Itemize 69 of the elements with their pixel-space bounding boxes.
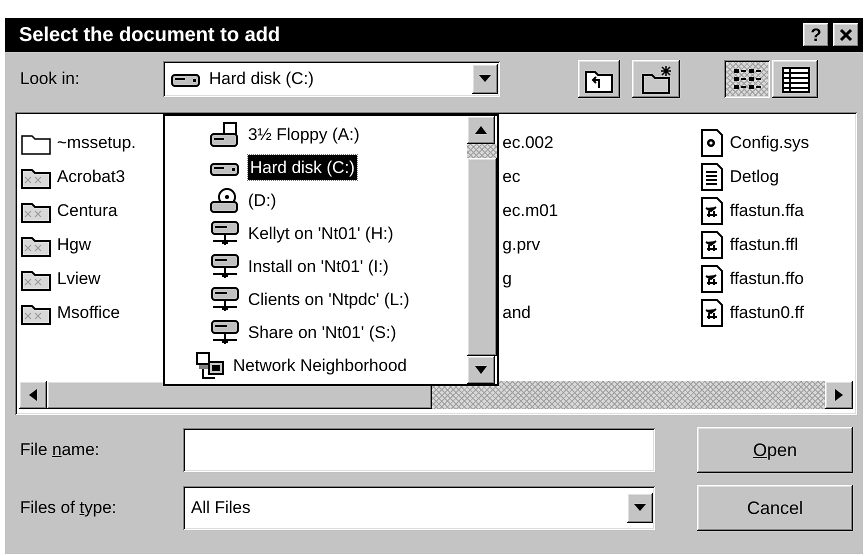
dropdown-item[interactable]: Clients on 'Ntpdc' (L:): [248, 286, 410, 312]
file-name[interactable]: g: [502, 266, 512, 292]
file-name[interactable]: Acrobat3: [57, 164, 126, 190]
close-button[interactable]: [833, 23, 859, 47]
file-name[interactable]: ~mssetup.: [57, 130, 136, 156]
caret-down-icon: [479, 75, 491, 83]
scroll-down-button[interactable]: [467, 356, 495, 384]
new-folder-button[interactable]: [632, 60, 680, 98]
file-name[interactable]: Hgw: [57, 232, 92, 258]
document-icon: [700, 265, 724, 293]
file-type-dropdown[interactable]: All Files: [183, 486, 655, 530]
network-drive-icon: [210, 286, 240, 312]
file-name[interactable]: ffastun0.ff: [730, 300, 804, 326]
file-name[interactable]: Config.sys: [730, 130, 810, 156]
arrow-left-icon: [29, 389, 37, 401]
file-name-label: File name:: [19, 439, 100, 462]
look-in-label: Look in:: [19, 68, 81, 90]
dropdown-item[interactable]: Share on 'Nt01' (S:): [248, 320, 396, 346]
file-name[interactable]: Msoffice: [57, 300, 120, 326]
dropdown-item[interactable]: 3½ Floppy (A:): [248, 122, 360, 148]
up-folder-button[interactable]: [578, 60, 620, 98]
scroll-up-button[interactable]: [467, 116, 495, 144]
file-name[interactable]: ec.002: [502, 130, 554, 156]
file-name[interactable]: ffastun.ffl: [730, 232, 798, 258]
list-view-button[interactable]: [724, 60, 770, 98]
cd-drive-icon: [210, 188, 240, 214]
arrow-right-icon: [835, 389, 843, 401]
dropdown-item[interactable]: Network Neighborhood: [233, 352, 407, 378]
dropdown-item[interactable]: Install on 'Nt01' (I:): [248, 254, 389, 280]
file-name[interactable]: Detlog: [730, 164, 779, 190]
details-view-button[interactable]: [772, 60, 818, 98]
file-name-field[interactable]: [183, 428, 655, 472]
dropdown-item[interactable]: Kellyt on 'Nt01' (H:): [248, 220, 394, 246]
scroll-right-button[interactable]: [825, 381, 853, 409]
file-name[interactable]: ec: [502, 164, 520, 190]
scroll-thumb[interactable]: [467, 158, 497, 356]
scroll-track: [467, 144, 497, 158]
network-computers-icon: [195, 352, 225, 380]
file-name[interactable]: ffastun.ffa: [730, 198, 804, 224]
text-document-icon: [700, 163, 724, 191]
document-icon: [700, 299, 724, 327]
cancel-button[interactable]: Cancel: [697, 485, 853, 531]
look-in-dropdown[interactable]: Hard disk (C:): [163, 61, 500, 97]
new-folder-icon: [640, 64, 672, 94]
close-icon: [839, 28, 853, 42]
file-type-label: Files of type:: [19, 497, 118, 520]
file-name[interactable]: ffastun.ffo: [730, 266, 804, 292]
file-name[interactable]: g.prv: [502, 232, 540, 258]
file-name[interactable]: ec.m01: [502, 198, 558, 224]
window-title: Select the document to add: [19, 23, 280, 48]
floppy-drive-icon: [210, 122, 240, 148]
dropdown-item[interactable]: (D:): [248, 188, 276, 214]
document-icon: [700, 197, 724, 225]
scroll-left-button[interactable]: [19, 381, 47, 409]
gear-document-icon: [700, 129, 724, 157]
open-button[interactable]: Open: [697, 427, 853, 473]
network-drive-icon: [210, 254, 240, 280]
arrow-up-icon: [475, 126, 487, 134]
caret-down-icon: [634, 504, 646, 512]
arrow-down-icon: [475, 366, 487, 374]
help-button[interactable]: ?: [803, 23, 829, 47]
file-name[interactable]: Centura: [57, 198, 118, 224]
document-icon: [700, 231, 724, 259]
details-view-icon: [779, 64, 811, 94]
file-name[interactable]: Lview: [57, 266, 100, 292]
network-drive-icon: [210, 320, 240, 346]
file-name[interactable]: and: [502, 300, 531, 326]
dropdown-item[interactable]: Hard disk (C:): [248, 154, 357, 180]
network-drive-icon: [210, 220, 240, 246]
